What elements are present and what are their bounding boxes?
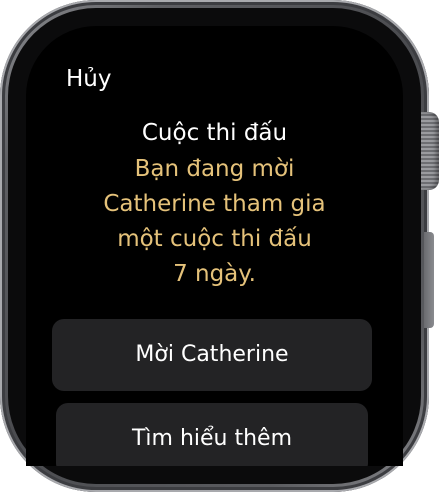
page-title: Cuộc thi đấu bbox=[141, 120, 288, 146]
invite-button[interactable]: Mời Catherine bbox=[52, 319, 372, 391]
message-line: Bạn đang mời bbox=[134, 156, 295, 182]
invite-message: Bạn đang mời Catherine tham gia một cuộc… bbox=[26, 152, 403, 292]
message-line: Catherine tham gia bbox=[103, 191, 326, 217]
message-line: 7 ngày. bbox=[173, 261, 256, 287]
message-line: một cuộc thi đấu bbox=[117, 226, 312, 252]
watch-screen: Hủy Cuộc thi đấu Bạn đang mời Catherine … bbox=[26, 26, 403, 466]
apple-watch-mockup: Hủy Cuộc thi đấu Bạn đang mời Catherine … bbox=[0, 0, 439, 492]
side-button[interactable] bbox=[424, 232, 434, 328]
cancel-button[interactable]: Hủy bbox=[66, 64, 111, 94]
learn-more-button[interactable]: Tìm hiểu thêm bbox=[56, 403, 368, 466]
